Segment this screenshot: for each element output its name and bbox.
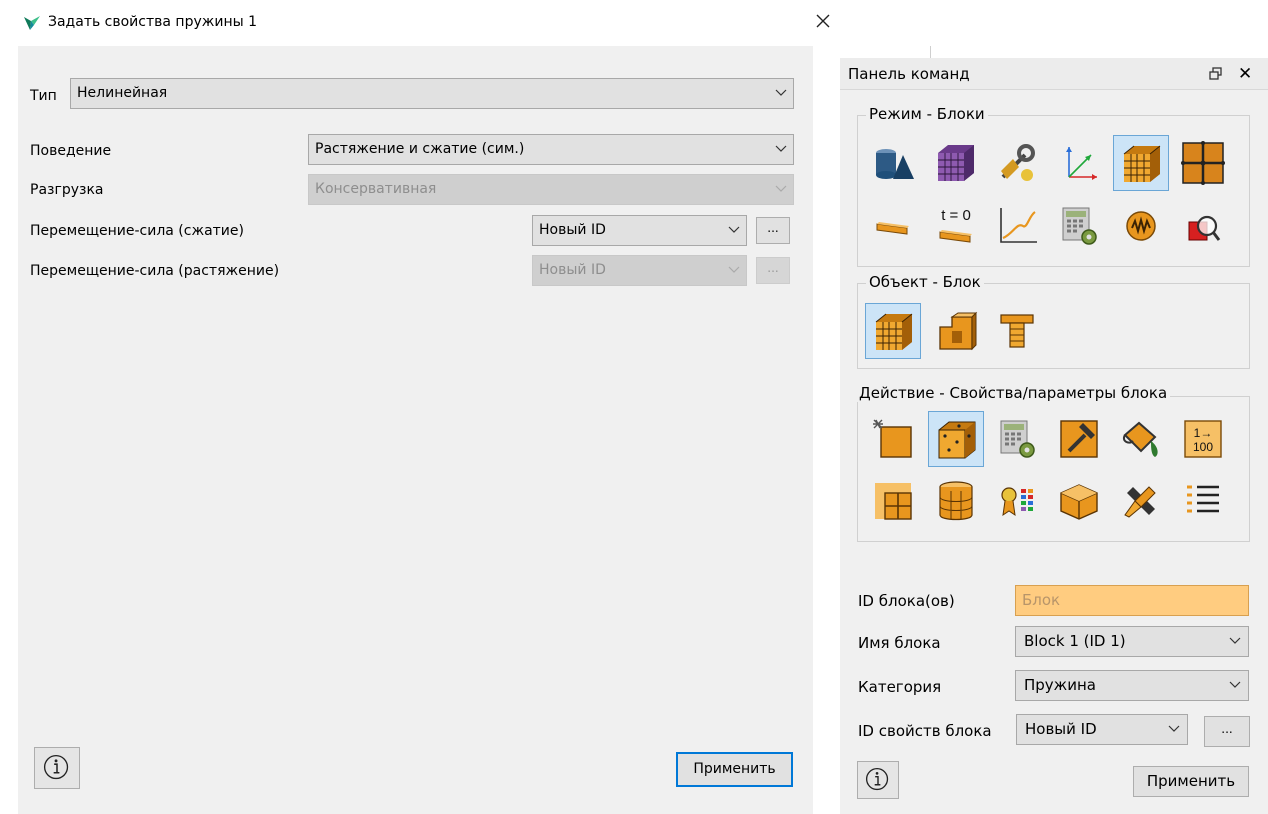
block-props-value: Новый ID (1025, 720, 1097, 738)
dialog-titlebar: Задать свойства пружины 1 (0, 0, 830, 46)
block-ids-label: ID блока(ов) (858, 592, 955, 610)
close-icon[interactable] (812, 10, 834, 32)
block-ids-input[interactable]: Блок (1015, 585, 1249, 616)
delete-tool-icon[interactable] (1113, 473, 1169, 529)
category-value: Пружина (1024, 676, 1096, 694)
mesh-icon[interactable] (928, 135, 984, 191)
category-label: Категория (858, 678, 942, 696)
curve-graph-icon[interactable] (989, 198, 1045, 254)
disp-force-compression-value: Новый ID (539, 222, 606, 238)
hammer-tool-icon[interactable] (1051, 411, 1107, 467)
list-icon[interactable] (1175, 473, 1231, 529)
block-object-icon[interactable] (865, 303, 921, 359)
info-button[interactable] (857, 761, 899, 799)
dialog-title: Задать свойства пружины 1 (48, 14, 258, 30)
block-properties-icon[interactable] (928, 411, 984, 467)
apply-button[interactable]: Применить (676, 752, 793, 787)
behavior-select-value: Растяжение и сжатие (сим.) (315, 141, 525, 157)
disp-force-compression-select[interactable]: Новый ID (532, 215, 747, 246)
disp-force-tension-select: Новый ID (532, 255, 747, 286)
command-panel-header: Панель команд ✕ (840, 58, 1268, 90)
command-panel-title: Панель команд (848, 65, 970, 83)
unload-label: Разгрузка (30, 182, 104, 198)
disp-force-compression-browse-button[interactable]: ... (756, 217, 790, 244)
block-name-select[interactable]: Block 1 (ID 1) (1015, 626, 1249, 657)
chevron-down-icon (1168, 725, 1180, 732)
command-panel: Панель команд ✕ Режим - Блоки t = 0 Объе… (840, 58, 1268, 814)
chevron-down-icon (775, 89, 787, 96)
info-icon (865, 767, 889, 791)
block-props-browse-button[interactable]: ... (1204, 716, 1250, 747)
mode-group-title: Режим - Блоки (866, 105, 988, 123)
tools-icon[interactable] (989, 135, 1045, 191)
block-face-icon[interactable] (928, 303, 984, 359)
disp-force-compression-label: Перемещение-сила (сжатие) (30, 223, 244, 239)
block-props-label: ID свойств блока (858, 722, 992, 740)
initial-state-icon[interactable]: t = 0 (928, 198, 984, 254)
geometry-icon[interactable] (865, 135, 921, 191)
chevron-down-icon (775, 145, 787, 152)
behavior-label: Поведение (30, 143, 112, 159)
unload-select: Консервативная (308, 174, 794, 205)
app-logo-icon (24, 16, 40, 30)
action-group-title: Действие - Свойства/параметры блока (856, 384, 1171, 402)
vibration-icon[interactable] (1113, 198, 1169, 254)
chevron-down-icon (1229, 637, 1241, 644)
disp-force-tension-label: Перемещение-сила (растяжение) (30, 263, 280, 279)
spring-properties-dialog: Задать свойства пружины 1 Тип Нелинейная… (0, 0, 830, 814)
numbering-top-text: 1→ (1194, 426, 1213, 440)
cylinder-block-icon[interactable] (928, 473, 984, 529)
disp-force-tension-browse-button: ... (756, 257, 790, 284)
paint-bucket-icon[interactable] (1113, 411, 1169, 467)
inspect-icon[interactable] (1175, 198, 1231, 254)
unload-select-value: Консервативная (315, 181, 437, 197)
disp-force-tension-value: Новый ID (539, 262, 606, 278)
numbering-bottom-text: 100 (1193, 440, 1213, 454)
category-select[interactable]: Пружина (1015, 670, 1249, 701)
chevron-down-icon (728, 266, 740, 273)
material-colors-icon[interactable] (989, 473, 1045, 529)
type-select-value: Нелинейная (77, 85, 168, 101)
type-select[interactable]: Нелинейная (70, 78, 794, 109)
apply-button[interactable]: Применить (1133, 766, 1249, 797)
float-window-icon[interactable] (1208, 66, 1224, 82)
dialog-body: Тип Нелинейная Поведение Растяжение и сж… (18, 46, 813, 814)
block-name-value: Block 1 (ID 1) (1024, 632, 1126, 650)
plate-element-icon[interactable] (865, 198, 921, 254)
object-group-title: Объект - Блок (866, 273, 984, 291)
close-icon[interactable]: ✕ (1238, 64, 1252, 84)
panel-splitter[interactable] (930, 46, 931, 58)
grid-partition-icon[interactable] (1175, 135, 1231, 191)
behavior-select[interactable]: Растяжение и сжатие (сим.) (308, 134, 794, 165)
split-blocks-icon[interactable] (865, 473, 921, 529)
blocks-mode-icon[interactable] (1113, 135, 1169, 191)
chevron-down-icon (1229, 681, 1241, 688)
block-calc-settings-icon[interactable] (989, 411, 1045, 467)
t0-label: t = 0 (941, 207, 971, 224)
numbering-icon[interactable]: 1→ 100 (1175, 411, 1231, 467)
block-name-label: Имя блока (858, 634, 941, 652)
block-props-select[interactable]: Новый ID (1016, 714, 1188, 745)
info-button[interactable] (34, 747, 80, 789)
chevron-down-icon (728, 226, 740, 233)
block-beam-icon[interactable] (989, 303, 1045, 359)
new-block-icon[interactable] (865, 411, 921, 467)
chevron-down-icon (775, 185, 787, 192)
info-icon (43, 754, 69, 780)
type-label: Тип (30, 88, 57, 104)
calculator-settings-icon[interactable] (1051, 198, 1107, 254)
coordinate-system-icon[interactable] (1051, 135, 1107, 191)
block-box-icon[interactable] (1051, 473, 1107, 529)
